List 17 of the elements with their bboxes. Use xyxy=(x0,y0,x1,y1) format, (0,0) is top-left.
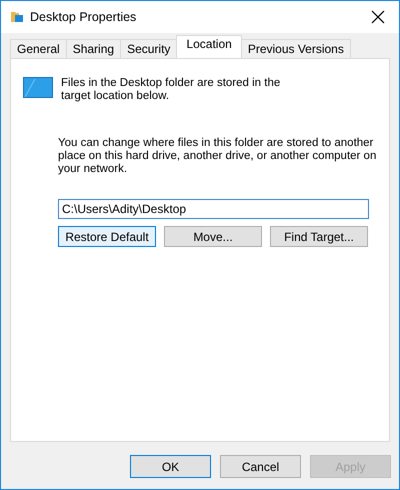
info-text: Files in the Desktop folder are stored in the target location below. xyxy=(61,77,282,103)
folder-icon xyxy=(10,10,24,24)
tab[interactable]: Previous Versions xyxy=(240,39,351,58)
tab[interactable]: Sharing xyxy=(66,39,122,58)
close-icon[interactable] xyxy=(371,10,385,24)
dialog-button[interactable]: OK xyxy=(130,455,211,478)
tab[interactable]: Location xyxy=(176,35,242,58)
desktop-icon xyxy=(23,77,53,99)
location-button[interactable]: Find Target... xyxy=(270,226,368,247)
dialog-button[interactable]: Cancel xyxy=(220,455,301,478)
tab[interactable]: Security xyxy=(120,39,178,58)
path-field[interactable]: C:\Users\Adity\Desktop xyxy=(58,199,369,219)
description-text: You can change where files in this folder are stored to another place on this hard drive, another drive, or another computer on your network. xyxy=(58,137,378,176)
window-title: Desktop Properties xyxy=(30,10,138,24)
tab[interactable]: General xyxy=(10,39,67,58)
location-button[interactable]: Move... xyxy=(164,226,262,247)
location-button[interactable]: Restore Default xyxy=(58,226,156,247)
